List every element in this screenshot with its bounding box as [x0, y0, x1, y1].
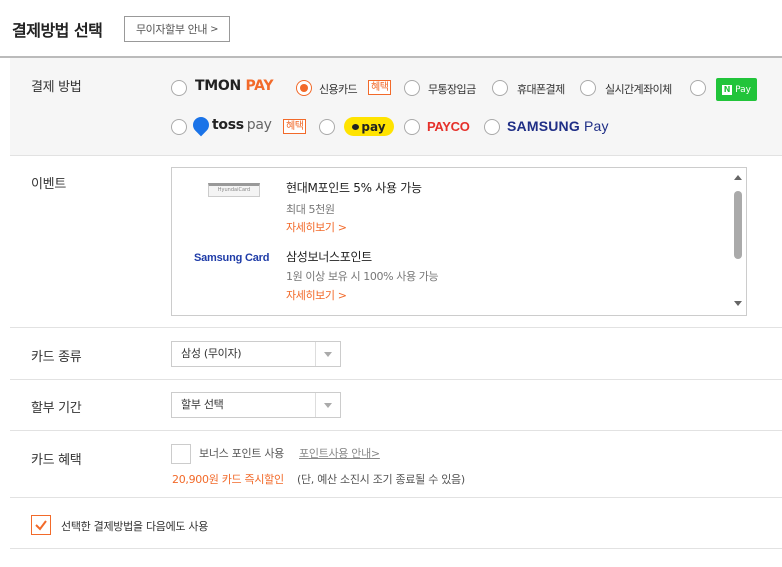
credit-card-benefit-badge: 혜택 [368, 80, 392, 95]
interest-free-info-button[interactable]: 무이자할부 안내 > [124, 16, 230, 42]
section-header: 결제방법 선택 [12, 14, 103, 44]
samsung-pay-logo[interactable]: SAMSUNG Pay [507, 118, 609, 134]
chevron-right-icon: > [210, 23, 219, 35]
divider [10, 548, 782, 549]
payment-method-area [10, 58, 782, 155]
divider [10, 155, 782, 156]
divider [10, 497, 782, 498]
realtime-transfer-label[interactable]: 실시간계좌이체 [605, 81, 672, 97]
kakao-pay-text: pay [361, 119, 386, 134]
discount-note: (단, 예산 소진시 조기 종료될 수 있음) [297, 473, 465, 486]
toss-logo-light: pay [246, 117, 272, 133]
samsung-card-logo: Samsung Card [194, 252, 270, 264]
radio-realtime-transfer[interactable] [580, 80, 596, 96]
samsung-brand-text: SAMSUNG [507, 118, 580, 134]
radio-bank-deposit[interactable] [404, 80, 420, 96]
radio-tmon-pay[interactable] [171, 80, 187, 96]
bank-deposit-label[interactable]: 무통장입금 [428, 81, 476, 97]
toss-logo-bold: toss [212, 117, 244, 133]
radio-mobile-payment[interactable] [492, 80, 508, 96]
toss-benefit-badge: 혜택 [283, 119, 307, 134]
scroll-down-icon[interactable] [734, 301, 742, 306]
divider [10, 327, 782, 328]
scroll-up-icon[interactable] [734, 175, 742, 180]
card-type-select[interactable]: 삼성 (무이자) [171, 341, 341, 367]
toss-drop-icon [189, 113, 213, 137]
bonus-point-checkbox[interactable] [171, 444, 191, 464]
event-subtitle: 1원 이상 보유 시 100% 사용 가능 [286, 270, 439, 283]
save-method-checkbox[interactable] [31, 515, 51, 535]
radio-credit-card[interactable] [296, 80, 312, 96]
event-detail-link[interactable]: 자세히보기 > [286, 219, 347, 235]
bonus-point-label[interactable]: 보너스 포인트 사용 [199, 445, 284, 461]
tmon-pay-logo[interactable]: TMON PAY [195, 78, 274, 94]
installment-value: 할부 선택 [181, 398, 224, 411]
toss-pay-logo[interactable]: toss pay [189, 113, 272, 137]
page-title: 결제방법 선택 [12, 21, 103, 40]
event-detail-link[interactable]: 자세히보기 > [286, 287, 347, 303]
tmon-logo-text: TMON [195, 78, 241, 94]
card-benefit-label: 카드 혜택 [31, 453, 82, 468]
card-discount-text: 20,900원 카드 즉시할인 [172, 473, 284, 486]
radio-toss-pay[interactable] [171, 119, 187, 135]
chevron-down-icon [315, 393, 340, 417]
event-list[interactable]: HyundaiCard 현대M포인트 5% 사용 가능 최대 5천원 자세히보기… [171, 167, 747, 316]
card-type-value: 삼성 (무이자) [181, 347, 242, 360]
kakao-bubble-icon [352, 123, 360, 130]
kakao-pay-logo[interactable]: pay [344, 117, 394, 136]
radio-npay[interactable] [690, 80, 706, 96]
event-subtitle: 최대 5천원 [286, 203, 335, 216]
payment-method-label: 결제 방법 [31, 80, 82, 95]
radio-payco[interactable] [404, 119, 420, 135]
point-usage-info-link[interactable]: 포인트사용 안내> [299, 445, 380, 461]
radio-samsung-pay[interactable] [484, 119, 500, 135]
credit-card-label[interactable]: 신용카드 [319, 81, 358, 97]
npay-n-icon: N [722, 84, 733, 95]
event-label: 이벤트 [31, 177, 66, 192]
chevron-down-icon [315, 342, 340, 366]
divider [10, 430, 782, 431]
samsung-pay-text: Pay [583, 118, 609, 134]
info-button-label: 무이자할부 안내 [135, 23, 208, 36]
mobile-payment-label[interactable]: 휴대폰결제 [517, 81, 565, 97]
card-type-label: 카드 종류 [31, 350, 82, 365]
installment-label: 할부 기간 [31, 401, 82, 416]
radio-kakao-pay[interactable] [319, 119, 335, 135]
scrollbar-thumb[interactable] [734, 191, 742, 259]
event-title: 현대M포인트 5% 사용 가능 [286, 181, 422, 195]
divider [10, 379, 782, 380]
npay-logo[interactable]: N Pay [716, 78, 757, 101]
event-title: 삼성보너스포인트 [286, 250, 372, 264]
npay-text: Pay [735, 84, 751, 95]
checkmark-icon [35, 520, 47, 531]
scrollbar[interactable] [730, 168, 746, 315]
save-method-label[interactable]: 선택한 결제방법을 다음에도 사용 [61, 518, 208, 534]
installment-select[interactable]: 할부 선택 [171, 392, 341, 418]
tmon-pay-logo-text: PAY [245, 78, 274, 94]
hyundai-card-logo: HyundaiCard [208, 183, 260, 197]
payco-logo[interactable]: PAYCO [427, 119, 470, 134]
